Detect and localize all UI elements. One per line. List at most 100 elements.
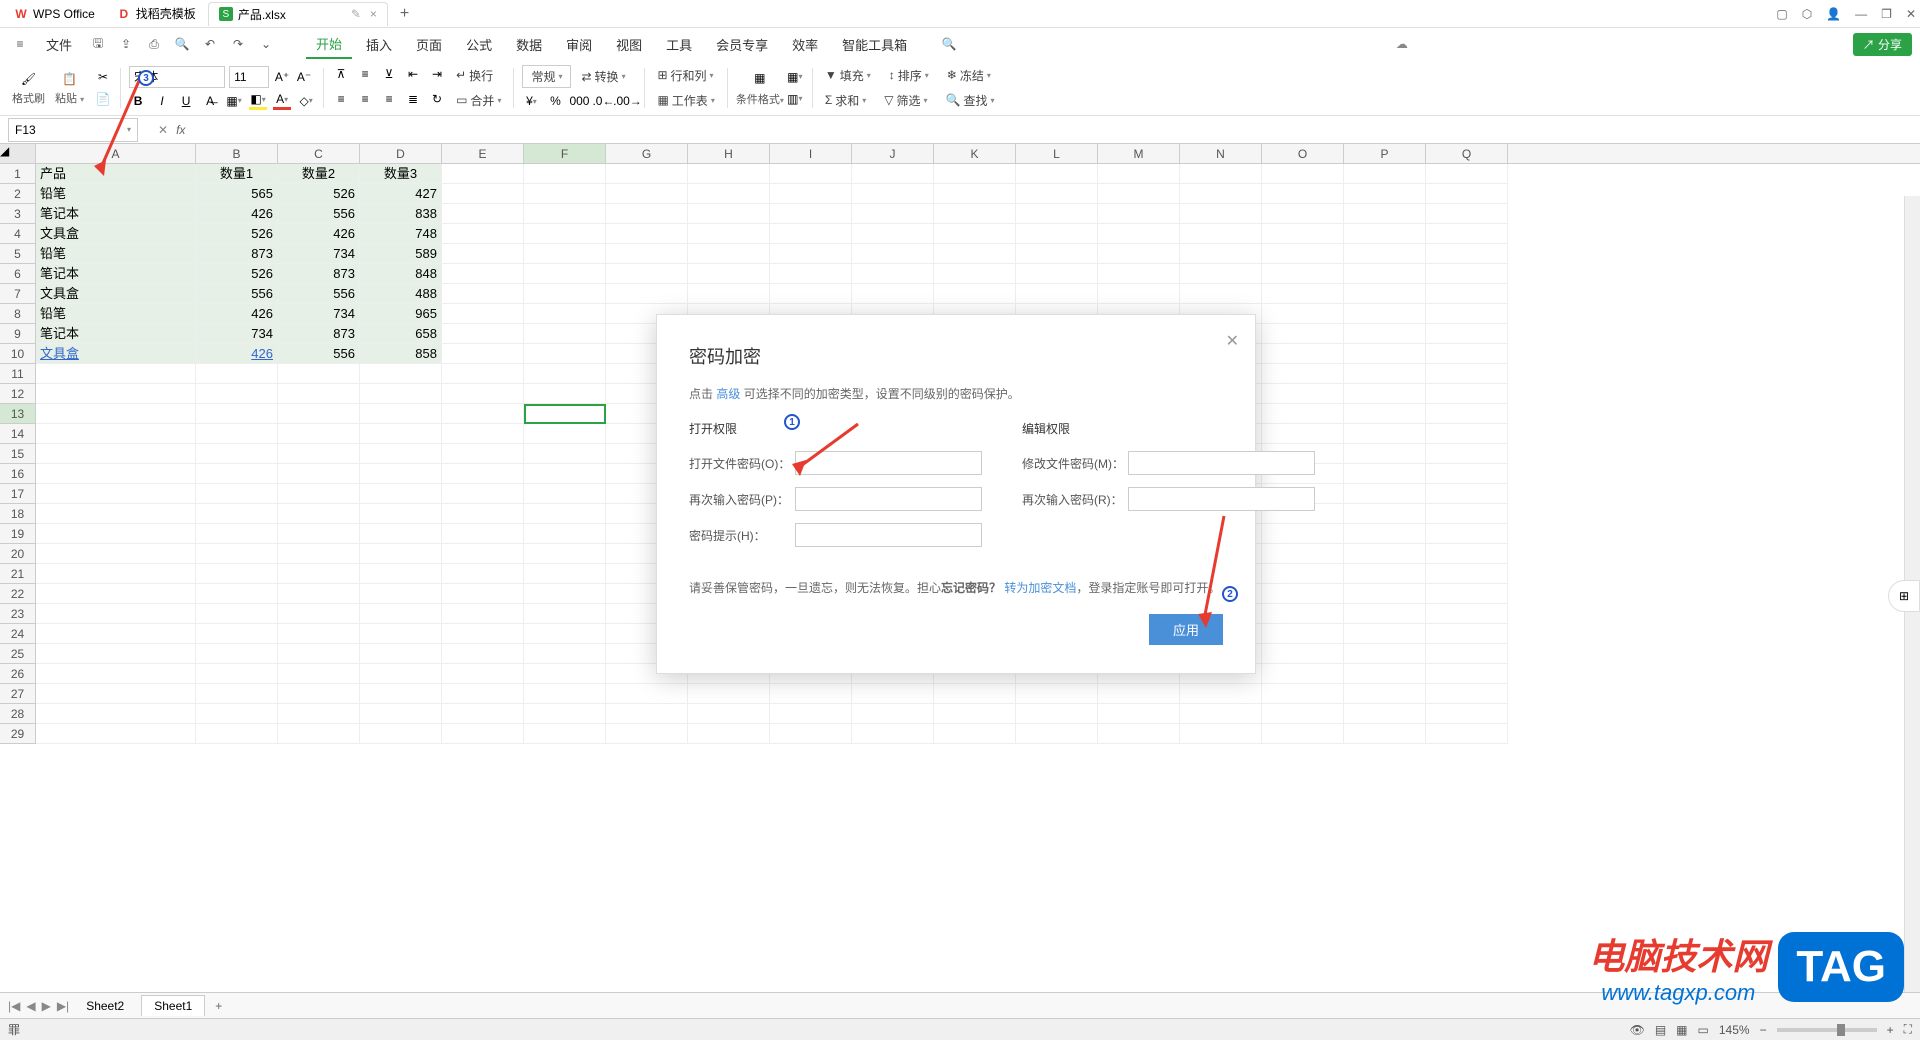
cell[interactable] (442, 584, 524, 604)
cell[interactable] (1426, 324, 1508, 344)
row-header-10[interactable]: 10 (0, 344, 36, 364)
cell[interactable] (934, 224, 1016, 244)
cell[interactable] (1344, 524, 1426, 544)
col-header-B[interactable]: B (196, 144, 278, 163)
cell[interactable] (1262, 224, 1344, 244)
cell[interactable]: 589 (360, 244, 442, 264)
cell[interactable] (360, 444, 442, 464)
currency-icon[interactable]: ¥▾ (522, 92, 540, 110)
cloud-icon[interactable]: ☁ (1396, 37, 1408, 51)
cell[interactable] (524, 384, 606, 404)
cell[interactable] (442, 284, 524, 304)
cell[interactable] (1426, 344, 1508, 364)
cell[interactable] (36, 484, 196, 504)
comma-icon[interactable]: 000 (570, 92, 588, 110)
cell[interactable] (278, 564, 360, 584)
tab-data[interactable]: 数据 (506, 31, 552, 58)
cell[interactable]: 488 (360, 284, 442, 304)
cell[interactable] (1262, 264, 1344, 284)
cell[interactable] (442, 204, 524, 224)
cell[interactable] (442, 304, 524, 324)
cell[interactable] (36, 684, 196, 704)
cell[interactable]: 748 (360, 224, 442, 244)
row-header-21[interactable]: 21 (0, 564, 36, 584)
cut-icon[interactable]: ✂ (94, 68, 112, 86)
cell[interactable]: 734 (196, 324, 278, 344)
cell[interactable] (1426, 724, 1508, 744)
cell[interactable] (442, 564, 524, 584)
cell[interactable] (1262, 344, 1344, 364)
cell[interactable] (688, 724, 770, 744)
cell[interactable] (278, 704, 360, 724)
print-icon[interactable]: ⎙ (142, 32, 166, 56)
close-tab-icon[interactable]: × (370, 7, 377, 21)
minimize-button[interactable]: — (1855, 7, 1867, 21)
cell[interactable] (1426, 224, 1508, 244)
file-menu[interactable]: 文件 (36, 31, 82, 58)
cell[interactable] (606, 164, 688, 184)
cell[interactable] (360, 544, 442, 564)
brush-icon[interactable]: 🖌 (20, 70, 38, 88)
cell[interactable] (36, 624, 196, 644)
cell[interactable] (606, 704, 688, 724)
cell[interactable]: 铅笔 (36, 184, 196, 204)
cell[interactable] (36, 524, 196, 544)
cell[interactable] (442, 684, 524, 704)
cell[interactable] (196, 644, 278, 664)
cell[interactable] (524, 424, 606, 444)
tab-review[interactable]: 审阅 (556, 31, 602, 58)
cell[interactable] (934, 284, 1016, 304)
cell[interactable] (1098, 184, 1180, 204)
row-header-3[interactable]: 3 (0, 204, 36, 224)
cell[interactable] (1344, 504, 1426, 524)
undo-icon[interactable]: ↶ (198, 32, 222, 56)
cell[interactable] (1098, 724, 1180, 744)
cell[interactable] (36, 584, 196, 604)
cell[interactable] (1426, 584, 1508, 604)
cell[interactable] (770, 224, 852, 244)
indent-left-icon[interactable]: ⇤ (404, 65, 422, 83)
cell[interactable] (278, 424, 360, 444)
cell[interactable] (1344, 664, 1426, 684)
cell[interactable] (934, 164, 1016, 184)
cell[interactable] (1098, 164, 1180, 184)
cell[interactable] (524, 404, 606, 424)
border-icon[interactable]: ▦▾ (225, 92, 243, 110)
tab-efficiency[interactable]: 效率 (782, 31, 828, 58)
indent-right-icon[interactable]: ⇥ (428, 65, 446, 83)
cell[interactable] (1426, 484, 1508, 504)
convert-button[interactable]: ⇄ 转换▾ (577, 65, 629, 88)
apply-button[interactable]: 应用 (1149, 614, 1223, 645)
cell[interactable] (852, 164, 934, 184)
view-normal-icon[interactable]: 👁 (1630, 1023, 1645, 1037)
tab-member[interactable]: 会员专享 (706, 31, 778, 58)
cell[interactable] (770, 284, 852, 304)
cell[interactable] (278, 604, 360, 624)
cell[interactable] (852, 684, 934, 704)
cell[interactable] (36, 504, 196, 524)
cell[interactable] (1426, 684, 1508, 704)
row-header-9[interactable]: 9 (0, 324, 36, 344)
cell[interactable] (196, 684, 278, 704)
cell[interactable] (770, 244, 852, 264)
cell[interactable]: 526 (196, 224, 278, 244)
cell[interactable] (770, 704, 852, 724)
row-header-25[interactable]: 25 (0, 644, 36, 664)
cell[interactable] (196, 404, 278, 424)
cell[interactable] (442, 264, 524, 284)
align-top-icon[interactable]: ⊼ (332, 65, 350, 83)
cell[interactable] (360, 604, 442, 624)
cell[interactable] (524, 504, 606, 524)
align-right-icon[interactable]: ≡ (380, 90, 398, 108)
cell[interactable] (1344, 424, 1426, 444)
cell[interactable] (1426, 244, 1508, 264)
cell[interactable] (442, 444, 524, 464)
cell[interactable] (1016, 204, 1098, 224)
cell[interactable] (1426, 284, 1508, 304)
worksheet-button[interactable]: ▦ 工作表▾ (653, 90, 718, 111)
cell[interactable] (1344, 544, 1426, 564)
col-header-J[interactable]: J (852, 144, 934, 163)
cell[interactable] (606, 724, 688, 744)
justify-icon[interactable]: ≣ (404, 90, 422, 108)
status-indicator[interactable]: 罪 (8, 1021, 20, 1038)
